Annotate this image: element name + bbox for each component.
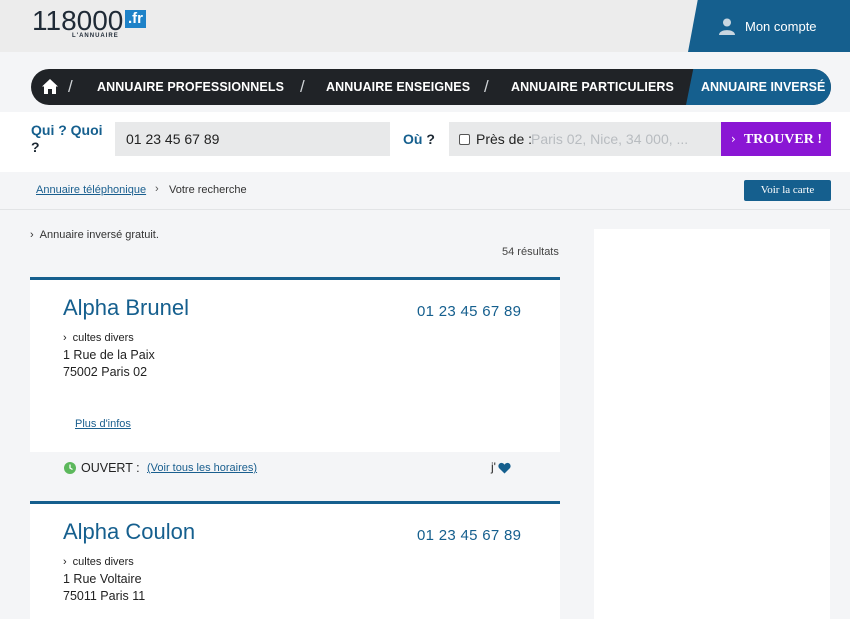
result-name[interactable]: Alpha Coulon xyxy=(63,519,195,545)
breadcrumb: Annuaire téléphonique › Votre recherche … xyxy=(0,172,850,210)
nav-item-inverse[interactable]: ANNUAIRE INVERSÉ xyxy=(686,69,831,105)
result-card: Alpha Coulon 01 23 45 67 89 › cultes dive… xyxy=(30,501,560,619)
results-count: 54 résultats xyxy=(502,246,559,258)
results-area: › Annuaire inversé gratuit. 54 résultats … xyxy=(0,211,850,619)
result-phone[interactable]: 01 23 45 67 89 xyxy=(417,303,521,320)
logo-fr-badge: .fr xyxy=(125,10,146,28)
chevron-right-icon: › xyxy=(731,132,736,146)
ou-placeholder: Paris 02, Nice, 34 000, ... xyxy=(531,131,689,147)
heart-icon xyxy=(498,462,511,474)
breadcrumb-link-annuaire[interactable]: Annuaire téléphonique xyxy=(36,184,146,196)
view-map-button[interactable]: Voir la carte xyxy=(744,180,831,201)
chevron-right-icon: › xyxy=(63,556,67,568)
sidebar-panel xyxy=(594,229,830,619)
ou-label: Où ? xyxy=(403,131,435,147)
pres-de-label: Près de : xyxy=(476,131,533,147)
qui-label: Qui ? Quoi ? xyxy=(31,122,103,155)
chevron-right-icon: › xyxy=(30,229,34,241)
favorite-label: j' xyxy=(491,460,496,474)
search-button[interactable]: › TROUVER ! xyxy=(721,122,831,156)
chevron-right-icon: › xyxy=(155,183,159,195)
result-category: › cultes divers xyxy=(63,332,134,344)
user-icon xyxy=(719,18,735,35)
result-address-city: 75002 Paris 02 xyxy=(63,365,148,379)
breadcrumb-current: Votre recherche xyxy=(169,184,247,196)
logo-digits: 118000 xyxy=(32,5,124,36)
nav-separator: / xyxy=(300,77,305,96)
nav-item-enseignes[interactable]: ANNUAIRE ENSEIGNES xyxy=(326,80,470,94)
info-text: Annuaire inversé gratuit. xyxy=(39,229,159,241)
logo-subtitle: L'ANNUAIRE xyxy=(72,33,119,39)
info-line: › Annuaire inversé gratuit. xyxy=(30,229,159,241)
account-label: Mon compte xyxy=(745,19,817,34)
more-info-link[interactable]: Plus d'infos xyxy=(75,418,131,430)
result-card: Alpha Brunel 01 23 45 67 89 › cultes dive… xyxy=(30,277,560,485)
favorite-button[interactable]: j' xyxy=(491,460,511,474)
search-bar: Qui ? Quoi ? 01 23 45 67 89 Où ? Près de… xyxy=(0,112,850,172)
site-header: 118000 .fr L'ANNUAIRE Mon compte xyxy=(0,0,850,52)
result-address-city: 75011 Paris 11 xyxy=(63,589,146,603)
result-address-street: 1 Rue de la Paix xyxy=(63,348,155,362)
result-phone[interactable]: 01 23 45 67 89 xyxy=(417,527,521,544)
view-hours-link[interactable]: (Voir tous les horaires) xyxy=(147,462,257,474)
pres-de-checkbox[interactable] xyxy=(459,134,470,145)
nav-separator: / xyxy=(484,77,489,96)
result-card-footer: OUVERT : (Voir tous les horaires) j' xyxy=(30,452,560,485)
home-icon[interactable] xyxy=(41,78,59,96)
nav-item-particuliers[interactable]: ANNUAIRE PARTICULIERS xyxy=(511,80,674,94)
clock-icon xyxy=(64,462,76,474)
ou-input[interactable]: Près de : Paris 02, Nice, 34 000, ... xyxy=(449,122,721,156)
result-address-street: 1 Rue Voltaire xyxy=(63,572,142,586)
search-button-label: TROUVER ! xyxy=(743,132,822,147)
nav-item-inverse-label: ANNUAIRE INVERSÉ xyxy=(701,80,826,94)
nav-separator: / xyxy=(68,77,73,96)
open-status: OUVERT : xyxy=(81,461,140,475)
result-name[interactable]: Alpha Brunel xyxy=(63,295,189,321)
qui-quoi-input[interactable]: 01 23 45 67 89 xyxy=(115,122,390,156)
account-button[interactable]: Mon compte xyxy=(688,0,850,52)
result-category: › cultes divers xyxy=(63,556,134,568)
chevron-right-icon: › xyxy=(63,332,67,344)
nav-item-professionnels[interactable]: ANNUAIRE PROFESSIONNELS xyxy=(97,80,284,94)
main-nav: / ANNUAIRE PROFESSIONNELS / ANNUAIRE ENS… xyxy=(31,69,831,105)
